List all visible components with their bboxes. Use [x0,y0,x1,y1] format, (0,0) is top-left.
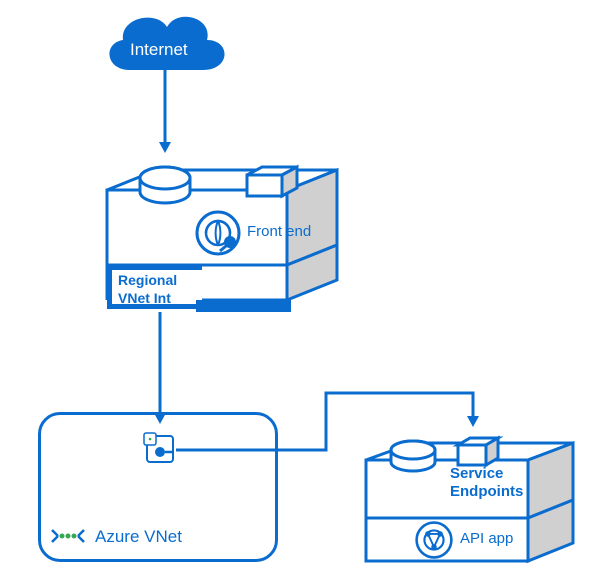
service-endpoints-line1: Service [450,465,503,482]
api-app-label: API app [460,530,513,547]
api-globe-icon [414,520,454,560]
vnet-icon [50,523,86,549]
azure-vnet-label: Azure VNet [95,527,182,547]
regional-vnet-int-line2: VNet Int [118,290,171,306]
regional-vnet-int-underbar [196,300,291,312]
vnet-endpoint-icon [143,432,177,466]
arrow-regional-to-vnet [153,312,167,427]
web-globe-icon [195,210,241,256]
service-endpoints-line2: Endpoints [450,483,523,500]
frontend-label: Front end [247,223,311,240]
internet-label: Internet [130,40,188,60]
regional-vnet-int-box: Regional VNet Int [107,265,202,309]
architecture-diagram: Internet Front end Regional VNet Int Azu… [0,0,600,583]
regional-vnet-int-line1: Regional [118,272,177,288]
